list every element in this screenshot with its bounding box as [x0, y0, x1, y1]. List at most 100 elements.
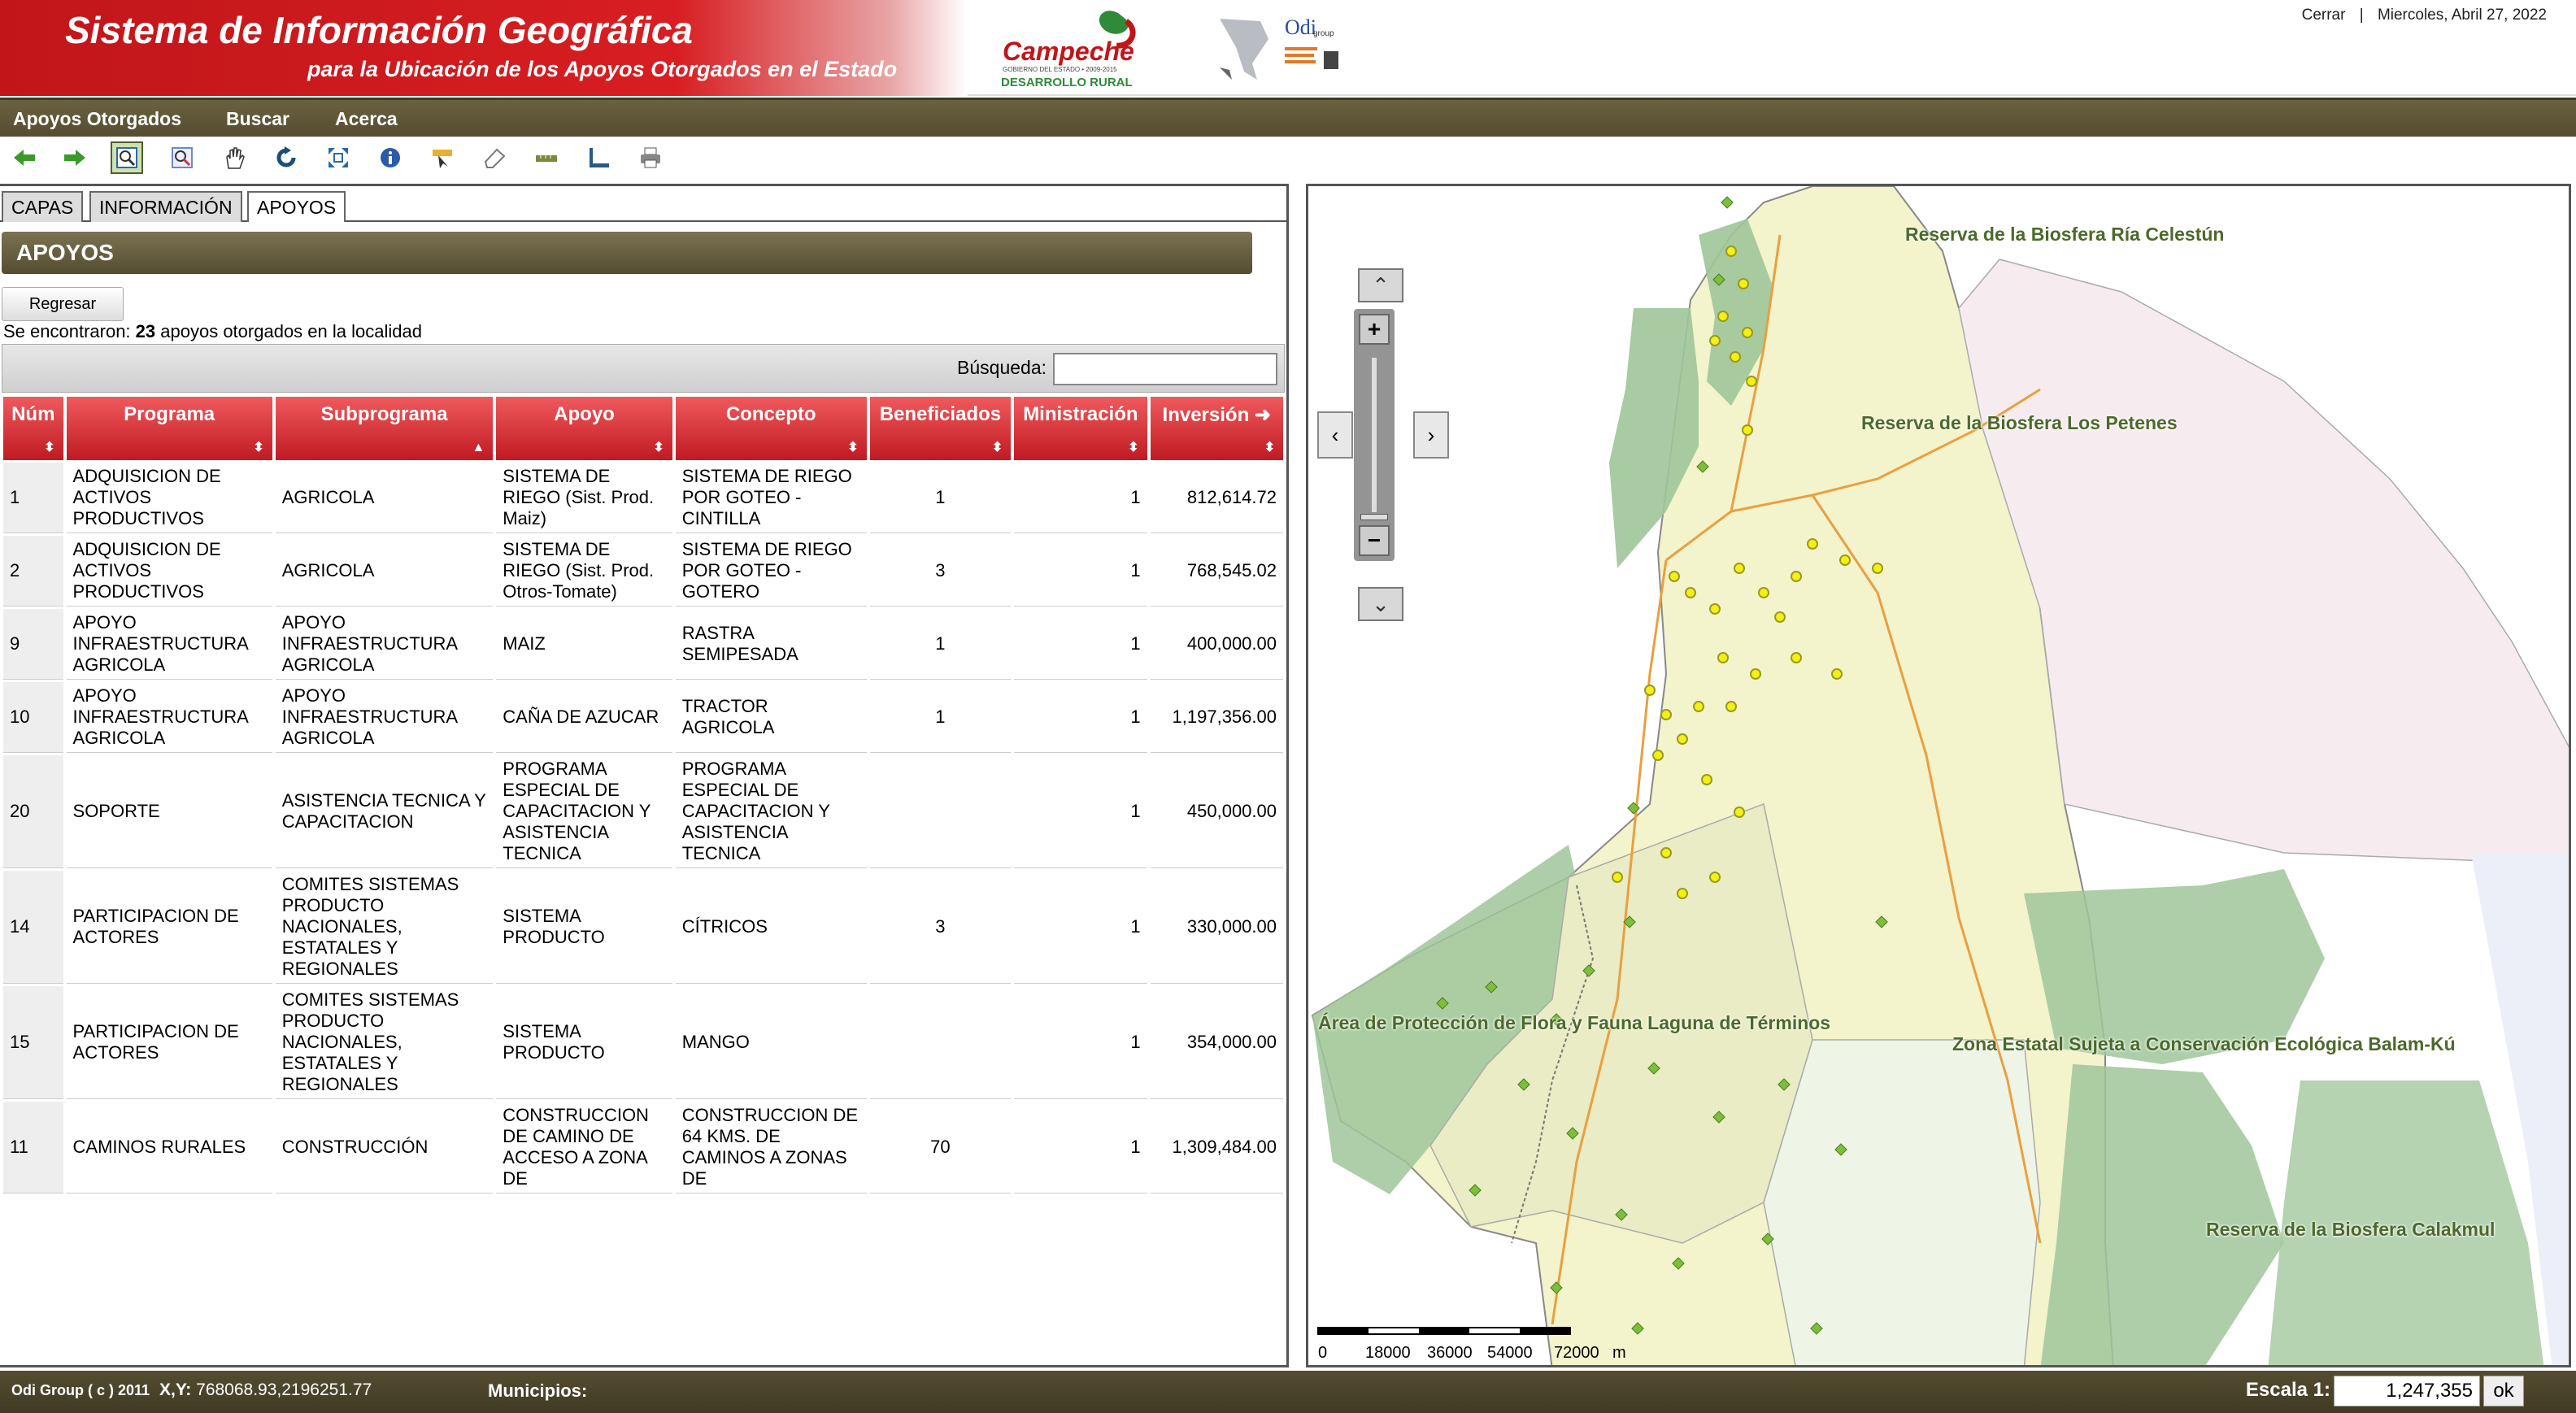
print-icon[interactable]	[634, 141, 667, 174]
col-subprograma-label: Subprograma	[320, 403, 448, 425]
cell-num: 14	[3, 871, 63, 984]
menu-apoyos-otorgados[interactable]: Apoyos Otorgados	[13, 108, 181, 130]
pan-right-button[interactable]: ›	[1413, 411, 1449, 459]
col-num[interactable]: Núm ⬍	[3, 397, 63, 460]
top-right-links: Cerrar | Miercoles, Abril 27, 2022	[2297, 7, 2552, 24]
cell-inversion: 450,000.00	[1150, 755, 1283, 868]
cell-subprograma: AGRICOLA	[275, 463, 494, 533]
table-row[interactable]: 2 ADQUISICION DE ACTIVOS PRODUCTIVOS AGRIC…	[3, 536, 1283, 607]
section-title: APOYOS	[2, 232, 1252, 274]
col-inversion[interactable]: Inversión ➜ ⬍	[1150, 397, 1283, 460]
sort-icon: ⬍	[653, 441, 664, 454]
col-beneficiados-label: Beneficiados	[879, 403, 1002, 425]
sort-icon: ⬍	[847, 441, 859, 454]
pan-hand-icon[interactable]	[218, 141, 250, 174]
table-row[interactable]: 20 SOPORTE ASISTENCIA TECNICA Y CAPACITACI…	[3, 755, 1283, 868]
map-toolbar	[0, 137, 2576, 179]
menu-acerca[interactable]: Acerca	[335, 108, 398, 130]
col-subprograma[interactable]: Subprograma ▲	[275, 397, 494, 460]
zoom-slider[interactable]: + −	[1354, 309, 1395, 561]
pan-down-button[interactable]: ⌄	[1358, 587, 1403, 621]
tab-capas[interactable]: CAPAS	[2, 191, 84, 222]
zoom-in-box-icon[interactable]	[111, 141, 143, 174]
cell-subprograma: ASISTENCIA TECNICA Y CAPACITACION	[275, 755, 494, 868]
cell-num: 9	[3, 609, 63, 680]
search-input[interactable]	[1053, 353, 1277, 385]
refresh-icon[interactable]	[270, 141, 302, 174]
cell-concepto: SISTEMA DE RIEGO POR GOTEO - GOTERO	[675, 536, 867, 607]
col-programa[interactable]: Programa ⬍	[66, 397, 272, 460]
scale-tick-2: 36000	[1427, 1344, 1473, 1362]
info-icon[interactable]	[374, 141, 407, 174]
sort-icon: ⬍	[1264, 441, 1275, 454]
cell-inversion: 1,197,356.00	[1150, 682, 1283, 753]
odi-group-text: group	[1313, 29, 1334, 38]
col-concepto[interactable]: Concepto ⬍	[675, 397, 867, 460]
col-apoyo[interactable]: Apoyo ⬍	[496, 397, 672, 460]
col-ministracion[interactable]: Ministración ⬍	[1014, 397, 1147, 460]
zoom-out-button[interactable]: −	[1359, 525, 1390, 556]
xy-value: 768068.93,2196251.77	[196, 1380, 372, 1399]
zoom-in-button[interactable]: +	[1359, 314, 1390, 345]
select-tool-icon[interactable]	[426, 141, 459, 174]
map-canvas[interactable]	[1308, 186, 2571, 1367]
tab-informacion[interactable]: INFORMACIÓN	[89, 191, 242, 222]
forward-arrow-icon[interactable]	[59, 141, 91, 174]
close-link[interactable]: Cerrar	[2302, 7, 2346, 24]
eraser-icon[interactable]	[478, 141, 511, 174]
zoom-track[interactable]	[1372, 358, 1377, 512]
back-arrow-icon[interactable]	[8, 141, 41, 174]
zoom-handle[interactable]	[1360, 514, 1388, 520]
table-row[interactable]: 15 PARTICIPACION DE ACTORES COMITES SISTEM…	[3, 986, 1283, 1099]
municipio-south	[1763, 1039, 2041, 1365]
cell-ministracion: 1	[1014, 463, 1147, 533]
header: Sistema de Información Geográfica para l…	[0, 0, 2576, 96]
odi-group-logo: Odi group	[1212, 15, 1358, 88]
title-banner: Sistema de Información Geográfica para l…	[0, 0, 968, 96]
cell-subprograma: COMITES SISTEMAS PRODUCTO NACIONALES, ES…	[275, 986, 494, 1099]
tab-apoyos[interactable]: APOYOS	[247, 191, 346, 222]
scale-unit: m	[1612, 1344, 1626, 1362]
label-balamku: Zona Estatal Sujeta a Conservación Ecoló…	[1952, 1033, 2456, 1054]
table-row[interactable]: 14 PARTICIPACION DE ACTORES COMITES SISTEM…	[3, 871, 1283, 984]
map-panel[interactable]: Reserva de la Biosfera Ría Celestún Rese…	[1306, 184, 2571, 1367]
scale-tick-4: 72000	[1554, 1344, 1599, 1362]
pan-up-button[interactable]: ⌃	[1358, 268, 1403, 302]
table-row[interactable]: 11 CAMINOS RURALES CONSTRUCCIÓN CONSTRUCCIO…	[3, 1102, 1283, 1193]
measure-area-icon[interactable]	[582, 141, 615, 174]
cell-subprograma: AGRICOLA	[275, 536, 494, 607]
zoom-out-icon[interactable]	[166, 141, 198, 174]
pan-left-button[interactable]: ‹	[1317, 411, 1353, 459]
table-row[interactable]: 9 APOYO INFRAESTRUCTURA AGRICOLA APOYO INF…	[3, 609, 1283, 680]
table-body: 1 ADQUISICION DE ACTIVOS PRODUCTIVOS AGRIC…	[3, 463, 1283, 1193]
full-extent-icon[interactable]	[322, 141, 355, 174]
cell-apoyo: SISTEMA DE RIEGO (Sist. Prod. Maiz)	[496, 463, 672, 533]
cell-apoyo: PROGRAMA ESPECIAL DE CAPACITACION Y ASIS…	[496, 755, 672, 868]
cell-num: 15	[3, 986, 63, 1099]
search-label: Búsqueda:	[957, 357, 1046, 378]
col-inversion-label: Inversión	[1162, 404, 1250, 426]
sort-icon: ⬍	[1128, 441, 1139, 454]
cell-inversion: 354,000.00	[1150, 986, 1283, 1099]
next-circle-icon[interactable]: ➜	[1255, 404, 1271, 426]
cell-concepto: CÍTRICOS	[675, 871, 867, 984]
table-row[interactable]: 1 ADQUISICION DE ACTIVOS PRODUCTIVOS AGRIC…	[3, 463, 1283, 533]
menu-buscar[interactable]: Buscar	[226, 108, 289, 130]
ok-button[interactable]: ok	[2483, 1376, 2524, 1406]
cell-beneficiados: 70	[869, 1102, 1012, 1193]
separator: |	[2359, 7, 2364, 24]
sort-icon: ⬍	[44, 441, 55, 454]
label-petenes: Reserva de la Biosfera Los Petenes	[1861, 412, 2178, 433]
regresar-button[interactable]: Regresar	[2, 287, 124, 321]
cell-inversion: 400,000.00	[1150, 609, 1283, 680]
results-suffix: apoyos otorgados en la localidad	[155, 321, 422, 341]
col-beneficiados[interactable]: Beneficiados ⬍	[869, 397, 1012, 460]
cell-num: 10	[3, 682, 63, 753]
measure-line-icon[interactable]	[530, 141, 563, 174]
scale-bar	[1317, 1327, 1571, 1335]
scale-input[interactable]	[2334, 1376, 2480, 1406]
sort-icon: ⬍	[253, 441, 264, 454]
table-row[interactable]: 10 APOYO INFRAESTRUCTURA AGRICOLA APOYO IN…	[3, 682, 1283, 753]
coordinates-readout: X,Y: 768068.93,2196251.77	[159, 1380, 372, 1400]
results-table: Núm ⬍ Programa ⬍ Subprograma ▲ Apoyo ⬍ Conce…	[2, 394, 1285, 1196]
